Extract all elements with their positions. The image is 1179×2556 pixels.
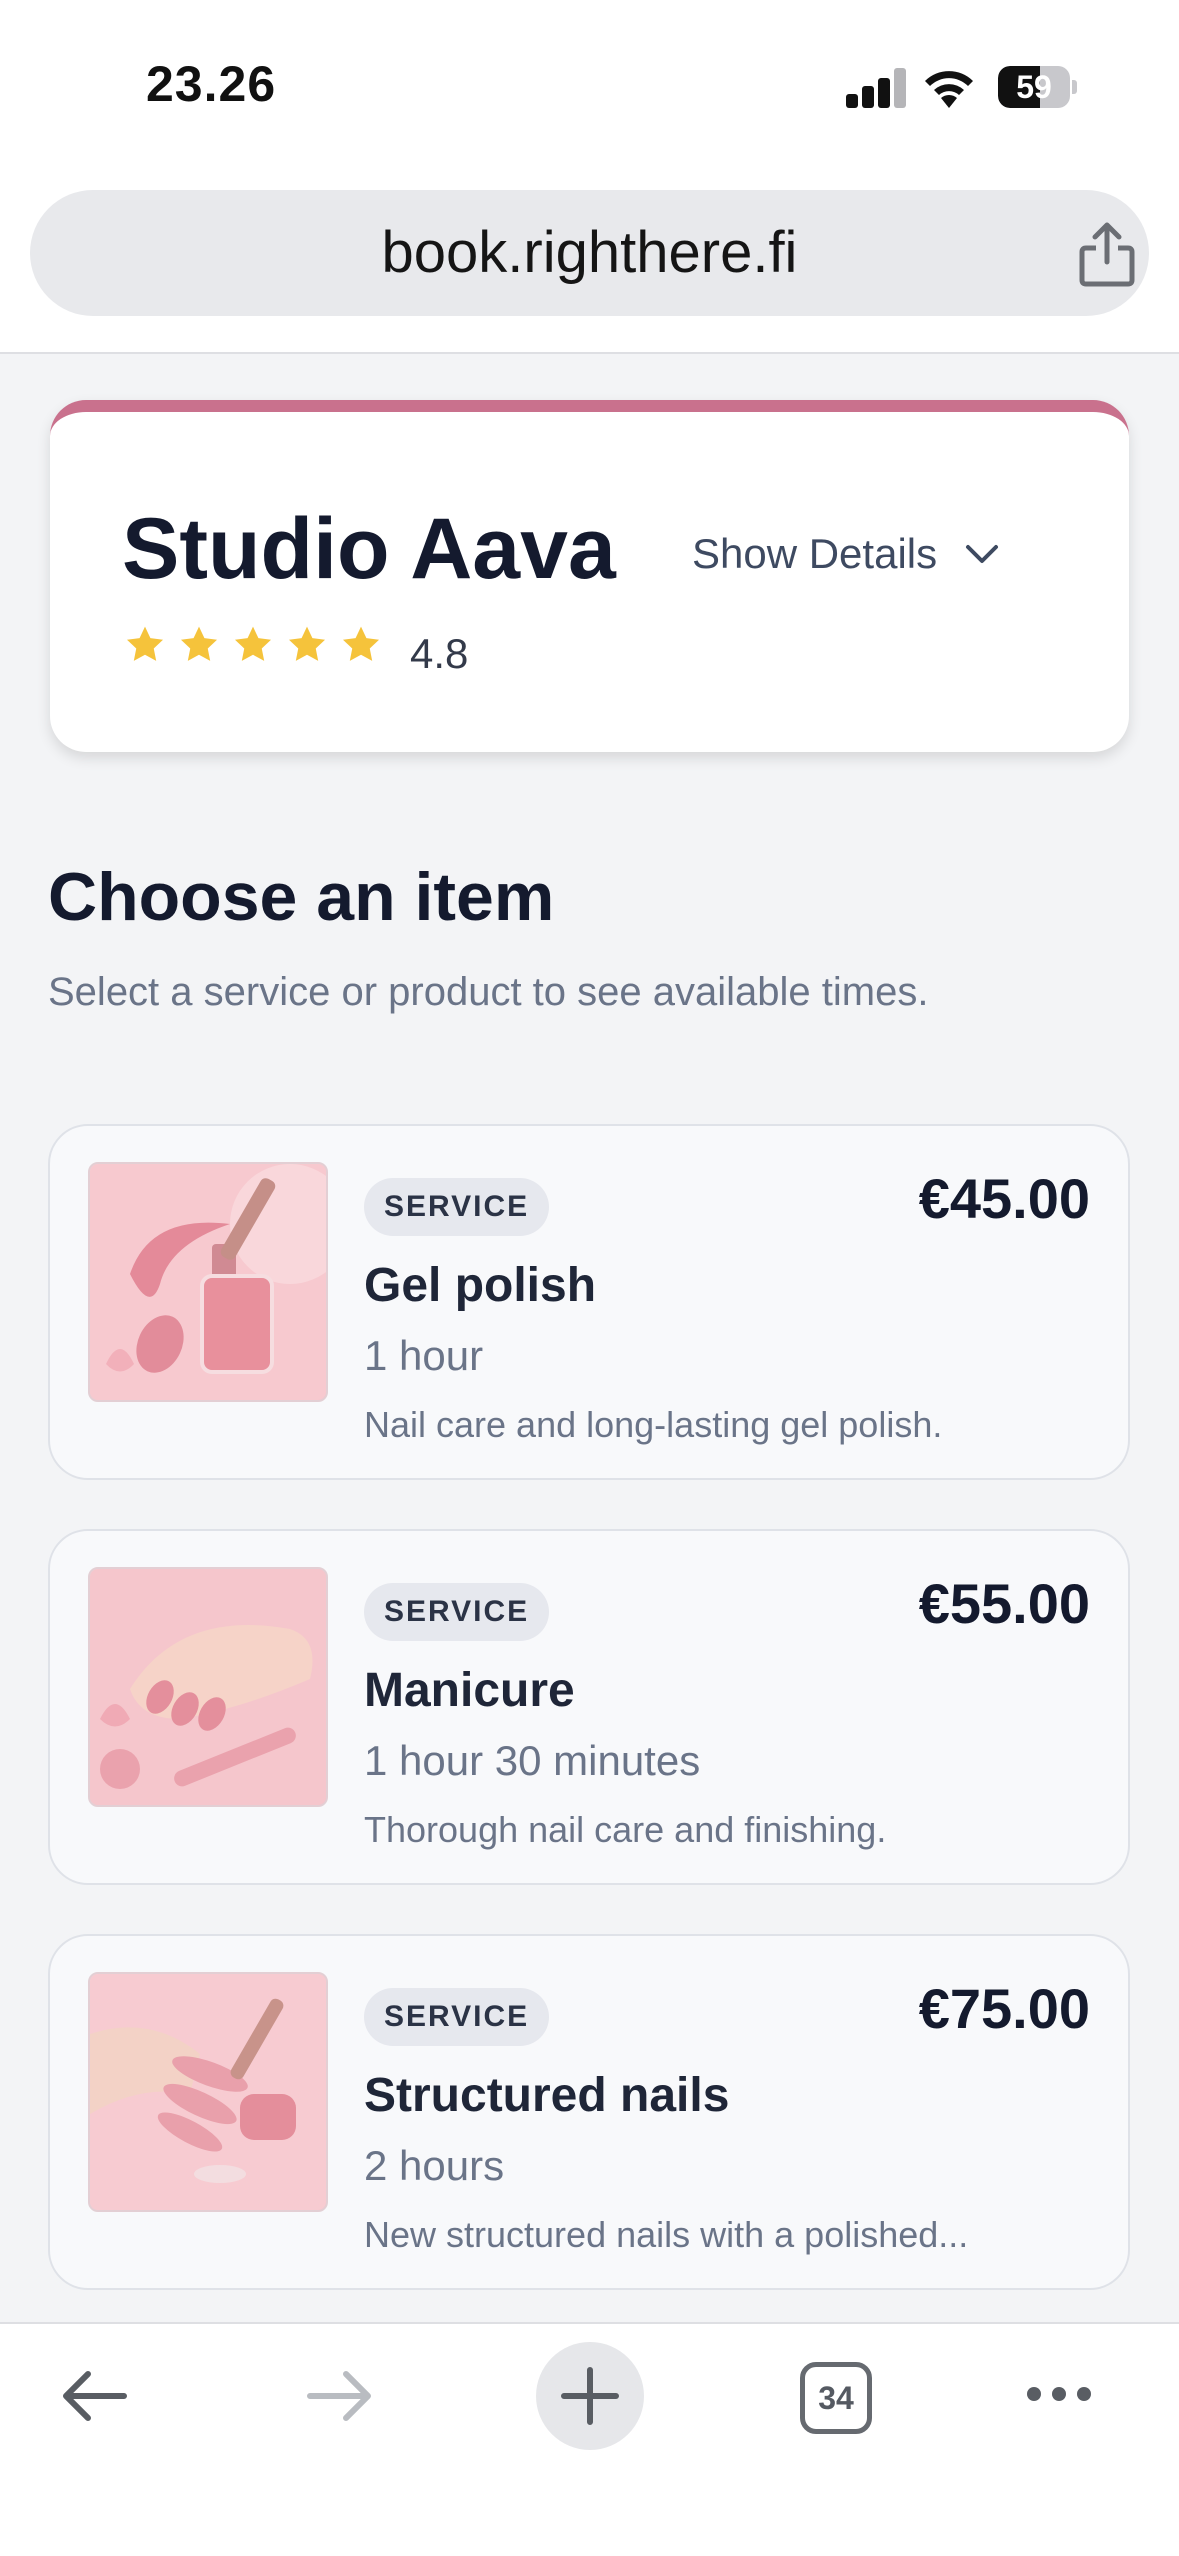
item-name: Gel polish [364,1259,597,1312]
back-arrow-icon[interactable] [58,2364,130,2428]
item-price: €75.00 [918,1977,1090,2040]
star-icon [180,626,218,661]
service-card-structured-nails[interactable]: SERVICE Structured nails 2 hours New str… [48,1934,1130,2290]
item-price: €45.00 [918,1167,1090,1230]
new-tab-button[interactable] [536,2342,644,2450]
service-card-manicure[interactable]: SERVICE Manicure 1 hour 30 minutes Thoro… [48,1529,1130,1885]
rating-stars [124,624,394,666]
business-card: Studio Aava Show Details 4.8 [50,400,1129,752]
item-duration: 1 hour 30 minutes [364,1737,701,1784]
share-icon[interactable] [1076,220,1138,290]
url-text: book.righthere.fi [381,220,798,285]
tab-count-button[interactable]: 34 [800,2362,872,2434]
nail-polish-image [88,1162,328,1402]
status-bar: 23.26 59 [0,0,1179,180]
show-details-label: Show Details [692,530,938,577]
manicure-hand-image [88,1567,328,1807]
section-subtitle: Select a service or product to see avail… [48,970,929,1014]
item-duration: 1 hour [364,1332,484,1379]
star-icon [234,626,272,661]
rating-value: 4.8 [410,630,469,677]
chevron-down-icon [966,545,999,563]
plus-icon [561,2367,619,2425]
service-badge: SERVICE [364,1988,550,2046]
service-badge: SERVICE [364,1178,550,1236]
forward-arrow-icon[interactable] [304,2364,376,2428]
wifi-icon [925,71,973,108]
star-icon [126,626,164,661]
item-price: €55.00 [918,1572,1090,1635]
item-description: New structured nails with a polished... [364,2214,969,2255]
browser-address-bar: book.righthere.fi [0,180,1179,354]
item-description: Nail care and long-lasting gel polish. [364,1404,943,1445]
battery-icon: 59 [998,66,1077,108]
item-duration: 2 hours [364,2142,505,2189]
cellular-signal-icon [846,68,906,108]
section-title: Choose an item [48,859,555,935]
show-details-button[interactable]: Show Details [692,530,999,578]
status-time: 23.26 [146,56,277,112]
star-icon [288,626,326,661]
item-name: Structured nails [364,2069,730,2122]
star-icon [342,626,380,661]
battery-level: 59 [1016,69,1052,105]
business-name: Studio Aava [122,501,616,597]
item-description: Thorough nail care and finishing. [364,1809,887,1850]
more-options-icon[interactable] [1024,2382,1094,2406]
service-badge: SERVICE [364,1583,550,1641]
url-field[interactable]: book.righthere.fi [30,190,1149,316]
structured-nails-image [88,1972,328,2212]
browser-toolbar: 34 [0,2322,1179,2556]
service-card-gel-polish[interactable]: SERVICE Gel polish 1 hour Nail care and … [48,1124,1130,1480]
item-name: Manicure [364,1664,575,1717]
